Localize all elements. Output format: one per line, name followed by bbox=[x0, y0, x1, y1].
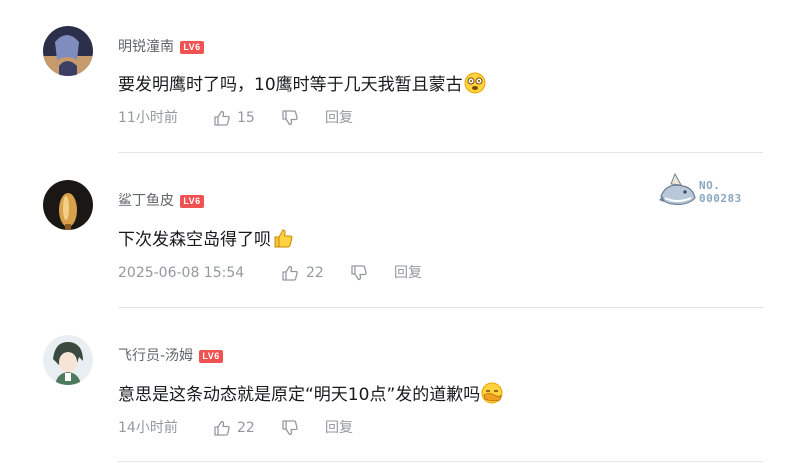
comment-time: 2025-06-08 15:54 bbox=[118, 265, 245, 281]
dislike-icon[interactable] bbox=[281, 419, 299, 437]
level-badge: LV6 bbox=[180, 194, 204, 208]
avatar[interactable] bbox=[43, 335, 93, 385]
username[interactable]: 明锐潼南 LV6 bbox=[118, 38, 204, 56]
like-count: 22 bbox=[237, 420, 255, 436]
username-text[interactable]: 飞行员-汤姆 bbox=[118, 348, 193, 364]
dizzy-face-emoji-icon bbox=[464, 72, 486, 94]
badge-label: NO. bbox=[699, 179, 721, 192]
reply-button[interactable]: 回复 bbox=[394, 263, 422, 283]
comment-text: 意思是这条动态就是原定“明天10点”发的道歉吗 bbox=[118, 382, 503, 407]
hiding-face-emoji-icon bbox=[481, 382, 503, 404]
shark-mascot-icon bbox=[659, 172, 696, 205]
comment-time: 11小时前 bbox=[118, 110, 178, 126]
username-text[interactable]: 明锐潼南 bbox=[118, 39, 174, 55]
comment-content: 要发明鹰时了吗，10鹰时等于几天我暂且蒙古 bbox=[118, 75, 463, 95]
like-icon[interactable] bbox=[213, 109, 231, 127]
badge-number: 000283 bbox=[699, 192, 742, 205]
username-text[interactable]: 鲨丁鱼皮 bbox=[118, 193, 174, 209]
comment-time: 14小时前 bbox=[118, 420, 178, 436]
comment-text: 要发明鹰时了吗，10鹰时等于几天我暂且蒙古 bbox=[118, 72, 486, 97]
comment-text: 下次发森空岛得了呗 bbox=[118, 227, 294, 252]
divider bbox=[118, 307, 763, 308]
comment-content: 下次发森空岛得了呗 bbox=[118, 230, 271, 250]
username[interactable]: 飞行员-汤姆 LV6 bbox=[118, 347, 224, 365]
divider bbox=[118, 461, 763, 462]
dislike-icon[interactable] bbox=[281, 109, 299, 127]
avatar[interactable] bbox=[43, 180, 93, 230]
avatar[interactable] bbox=[43, 26, 93, 76]
like-count: 15 bbox=[237, 110, 255, 126]
reply-button[interactable]: 回复 bbox=[325, 418, 353, 438]
comment-content: 意思是这条动态就是原定“明天10点”发的道歉吗 bbox=[118, 385, 481, 405]
like-icon[interactable] bbox=[213, 419, 231, 437]
username[interactable]: 鲨丁鱼皮 LV6 bbox=[118, 192, 204, 210]
level-badge: LV6 bbox=[180, 40, 204, 54]
like-icon[interactable] bbox=[281, 264, 299, 282]
divider bbox=[118, 152, 763, 153]
reply-button[interactable]: 回复 bbox=[325, 108, 353, 128]
fan-badge: NO. 000283 bbox=[655, 168, 765, 212]
thumbs-up-emoji-icon bbox=[274, 229, 293, 248]
level-badge: LV6 bbox=[199, 349, 224, 363]
like-count: 22 bbox=[306, 265, 324, 281]
dislike-icon[interactable] bbox=[350, 264, 368, 282]
